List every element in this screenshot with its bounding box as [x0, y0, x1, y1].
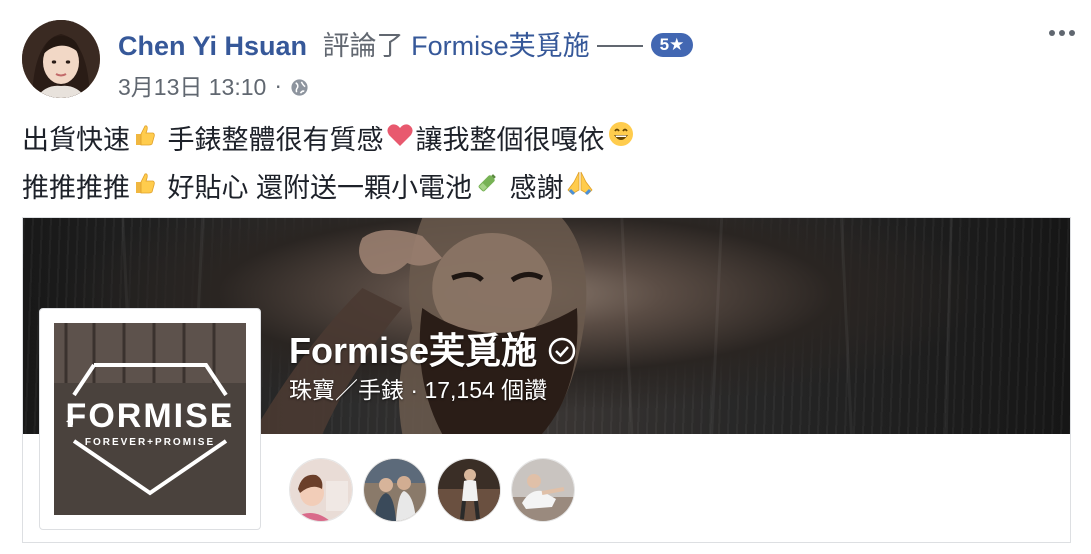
rating-dash — [597, 44, 644, 47]
page-category-likes: 珠寶／手錶 · 17,154 個讚 — [289, 377, 548, 403]
logo-tagline: FOREVER+PROMISE — [85, 437, 215, 448]
meta-separator: · — [274, 71, 282, 98]
friend-avatar[interactable] — [289, 458, 353, 522]
post-text-segment: 讓我整個很嘎依 — [415, 125, 605, 156]
verified-check-icon — [547, 333, 577, 365]
page-logo-image: FORMISE FOREVER+PROMISE ◂ ▸ — [54, 323, 246, 515]
post-text-segment: 推推推推 — [22, 173, 130, 204]
friend-avatar[interactable] — [363, 458, 427, 522]
post-body: 出貨快速 手錶整體很有質感 讓我整個很嘎依 推推推推 好貼心 還附送一顆小電池 感… — [22, 118, 637, 214]
thumbs-up-icon — [132, 118, 158, 160]
svg-text:▸: ▸ — [222, 412, 229, 428]
folded-hands-icon — [566, 166, 594, 208]
more-dot — [1059, 30, 1065, 36]
friend-avatar[interactable] — [511, 458, 575, 522]
more-options-icon[interactable] — [1049, 30, 1075, 36]
author-avatar[interactable] — [22, 20, 100, 98]
page-logo[interactable]: FORMISE FOREVER+PROMISE ◂ ▸ — [39, 308, 261, 530]
author-name-link[interactable]: Chen Yi Hsuan — [118, 31, 307, 61]
post-text-segment: 好貼心 還附送一顆小電池 — [160, 173, 473, 204]
post-text-segment: 手錶整體很有質感 — [160, 125, 384, 156]
reviewed-page-link[interactable]: Formise芙覓施 — [411, 31, 590, 61]
page-name-text: Formise芙覓施 — [289, 330, 538, 371]
globe-icon[interactable] — [290, 76, 309, 96]
heart-icon — [386, 118, 414, 160]
author-avatar-image — [22, 20, 100, 98]
post-timestamp-link[interactable]: 3月13日 13:10 — [118, 68, 266, 102]
thumbs-up-icon — [132, 166, 158, 208]
page-preview-card[interactable]: FORMISE FOREVER+PROMISE ◂ ▸ Formise芙覓施 珠… — [22, 217, 1071, 543]
rating-badge: 5★ — [650, 32, 694, 57]
more-dot — [1069, 30, 1075, 36]
logo-text: FORMISE — [66, 397, 235, 435]
post-header: Chen Yi Hsuan 評論了 Formise芙覓施 5★ — [118, 24, 694, 63]
formise-logo-icon: FORMISE FOREVER+PROMISE ◂ ▸ — [54, 323, 246, 515]
grinning-face-icon — [607, 118, 635, 160]
post-text-line-1: 出貨快速 手錶整體很有質感 讓我整個很嘎依 — [22, 118, 637, 166]
page-name-link[interactable]: Formise芙覓施 — [289, 322, 577, 374]
action-text: 評論了 — [322, 31, 404, 61]
friends-who-like — [289, 458, 575, 522]
post-text-line-2: 推推推推 好貼心 還附送一顆小電池 感謝 — [22, 166, 637, 214]
friend-avatar[interactable] — [437, 458, 501, 522]
battery-icon — [474, 166, 500, 208]
post-meta: 3月13日 13:10 · — [118, 68, 309, 102]
post-text-segment: 感謝 — [502, 173, 564, 204]
post-text-segment: 出貨快速 — [22, 125, 130, 156]
more-dot — [1049, 30, 1055, 36]
svg-text:◂: ◂ — [66, 412, 73, 428]
